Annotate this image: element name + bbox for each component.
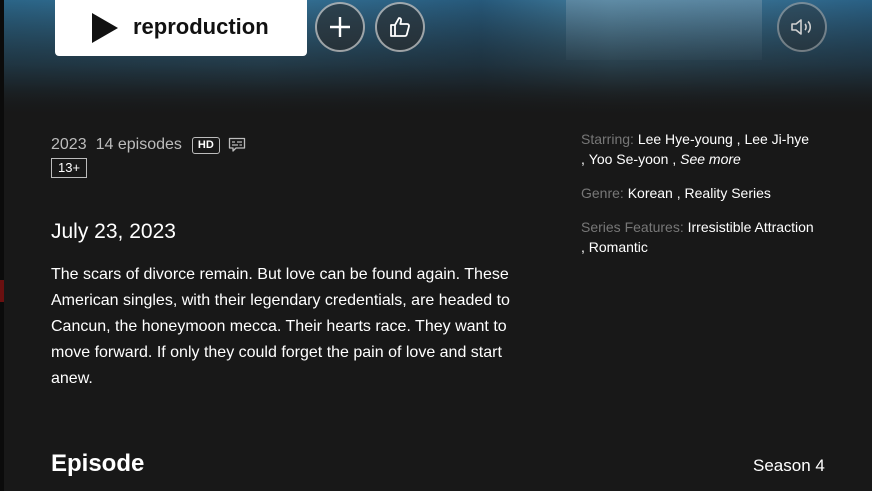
synopsis: The scars of divorce remain. But love ca… (51, 266, 510, 387)
add-to-list-button[interactable] (315, 2, 365, 52)
genre-link[interactable]: Korean (628, 185, 673, 201)
thumbs-up-icon (390, 17, 410, 37)
cast-member-link[interactable]: Lee Hye-young (638, 131, 733, 147)
series-features-label: Series Features: (581, 219, 684, 235)
series-features-row: Series Features: Irresistible Attraction… (581, 219, 814, 255)
episodes-heading: Episode (51, 450, 145, 477)
subtitles-icon (228, 137, 245, 152)
play-button[interactable]: reproduction (55, 0, 307, 56)
volume-button[interactable] (777, 2, 827, 52)
speaker-icon (791, 19, 812, 35)
release-year: 2023 (51, 136, 87, 153)
left-edge-accent (0, 280, 4, 302)
play-button-label: reproduction (133, 14, 269, 39)
like-button[interactable] (375, 2, 425, 52)
starring-label: Starring: (581, 131, 634, 147)
genre-label: Genre: (581, 185, 624, 201)
cast-member-link[interactable]: Yoo Se-yoon (589, 151, 669, 167)
cast-member-link[interactable]: Lee Ji-hye (744, 131, 809, 147)
season-selector[interactable]: Season 4 (753, 456, 825, 476)
starring-row: Starring: Lee Hye-young , Lee Ji-hye, Yo… (581, 131, 810, 167)
hd-badge: HD (191, 136, 220, 154)
episode-count: 14 episodes (95, 136, 182, 153)
title-metadata: 2023 14 episodes HD (51, 136, 246, 154)
plus-icon (330, 17, 350, 37)
info-panel: Starring: Lee Hye-young , Lee Ji-hye, Yo… (581, 129, 841, 271)
genre-link[interactable]: Reality Series (685, 185, 771, 201)
feature-link[interactable]: Irresistible Attraction (688, 219, 814, 235)
feature-link[interactable]: Romantic (589, 239, 648, 255)
release-date: July 23, 2023 (51, 220, 176, 243)
play-icon (92, 13, 118, 43)
see-more-link[interactable]: See more (680, 151, 741, 167)
maturity-rating-badge: 13+ (51, 158, 88, 178)
genre-row: Genre: Korean , Reality Series (581, 185, 771, 201)
